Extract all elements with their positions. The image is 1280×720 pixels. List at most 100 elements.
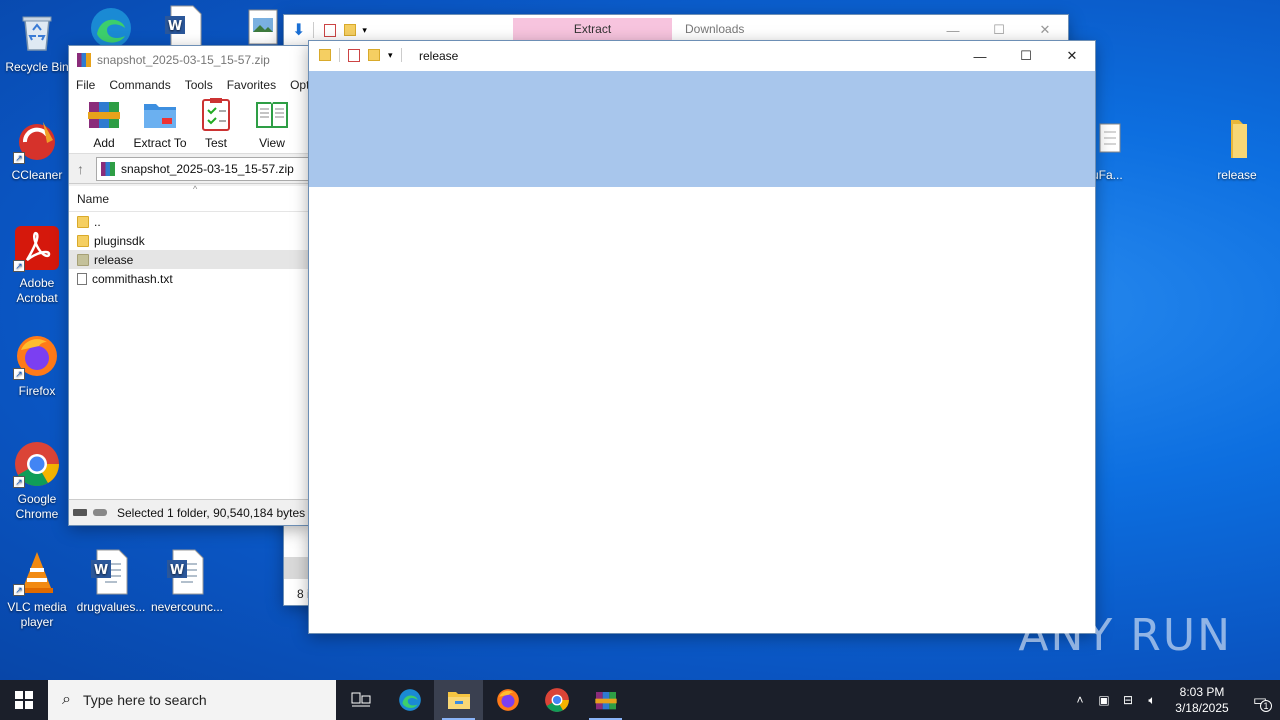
winrar-icon	[594, 692, 617, 710]
taskbar-firefox[interactable]	[483, 680, 532, 720]
menu-commands[interactable]: Commands	[109, 78, 170, 92]
up-arrow-icon[interactable]: ↑	[77, 161, 84, 177]
winrar-icon	[77, 53, 91, 67]
taskbar-search-box[interactable]: ⌕ Type here to search	[48, 680, 336, 720]
new-folder-icon[interactable]	[344, 24, 357, 36]
desktop-icon-adobe-acrobat[interactable]: ↗ Adobe Acrobat	[0, 224, 74, 306]
svg-text:W: W	[168, 19, 182, 34]
chevron-down-icon[interactable]: ▾	[388, 50, 393, 61]
test-button[interactable]: Test	[191, 96, 241, 150]
start-button[interactable]	[0, 680, 48, 720]
meet-now-icon[interactable]: ▣	[1092, 680, 1116, 720]
desktop-icon-nevercounc[interactable]: W nevercounc...	[150, 548, 224, 615]
list-item-selected[interactable]: release	[69, 250, 310, 269]
desktop-icon-label: release	[1217, 168, 1257, 182]
list-item[interactable]: pluginsdk	[69, 231, 310, 250]
edge-icon	[87, 4, 135, 52]
window-title: release	[419, 49, 459, 63]
chevron-up-icon[interactable]: ˄	[1068, 680, 1092, 720]
chevron-down-icon[interactable]: ▾	[362, 25, 367, 36]
release-window[interactable]: ▾ release — ☐ ✕	[309, 41, 1095, 633]
desktop-icon-ccleaner[interactable]: ↗ CCleaner	[0, 116, 74, 183]
maximize-button[interactable]: ☐	[1003, 41, 1049, 71]
winrar-title: snapshot_2025-03-15_15-57.zip	[97, 53, 270, 67]
network-icon[interactable]: ⊟	[1116, 680, 1140, 720]
task-view-button[interactable]	[336, 680, 385, 720]
winrar-window[interactable]: snapshot_2025-03-15_15-57.zip File Comma…	[69, 46, 312, 525]
shortcut-arrow-icon: ↗	[13, 368, 25, 380]
extract-to-button[interactable]: Extract To	[133, 96, 187, 150]
volume-icon[interactable]: 🔈︎	[1140, 680, 1164, 720]
ribbon-area-loading	[309, 71, 1095, 187]
shortcut-arrow-icon: ↗	[13, 260, 25, 272]
column-header-name[interactable]: Name ^	[69, 184, 310, 212]
notification-center-button[interactable]: ▭ 1	[1240, 680, 1280, 720]
winrar-address-bar: ↑ snapshot_2025-03-15_15-57.zip	[69, 154, 310, 184]
window-controls: — ☐ ✕	[957, 41, 1095, 71]
desktop-icon-google-chrome[interactable]: ↗ Google Chrome	[0, 440, 74, 522]
desktop-icon-release[interactable]: release	[1200, 116, 1274, 183]
menu-tools[interactable]: Tools	[185, 78, 213, 92]
tab-extract[interactable]: Extract	[513, 18, 672, 40]
desktop-icon-firefox[interactable]: ↗ Firefox	[0, 332, 74, 399]
desktop-icon-label: Google Chrome	[15, 492, 59, 521]
new-folder-icon[interactable]	[368, 49, 380, 61]
desktop-icon-recycle-bin[interactable]: Recycle Bin	[0, 8, 74, 75]
list-item-name: release	[94, 252, 134, 267]
taskbar-chrome[interactable]	[532, 680, 581, 720]
close-button[interactable]: ✕	[1049, 41, 1095, 71]
desktop-icon-vlc[interactable]: ↗ VLC media player	[0, 548, 74, 630]
folder-icon	[77, 215, 89, 228]
view-icon	[254, 96, 290, 132]
list-item-name: ..	[94, 214, 101, 229]
view-label: View	[259, 136, 285, 150]
menu-file[interactable]: File	[76, 78, 95, 92]
clock-time: 8:03 PM	[1179, 685, 1225, 699]
add-label: Add	[93, 136, 115, 150]
desktop-icon-label: drugvalues...	[76, 600, 146, 614]
system-tray: ˄ ▣ ⊟ 🔈︎ 8:03 PM 3/18/2025 ▭ 1	[1068, 680, 1280, 720]
add-button[interactable]: Add	[79, 96, 129, 150]
taskbar: ⌕ Type here to search ˄ ▣ ⊟ 🔈︎ 8:03 PM 3…	[0, 680, 1280, 720]
list-item-name: commithash.txt	[92, 271, 173, 286]
winrar-statusbar: Selected 1 folder, 90,540,184 bytes	[69, 499, 310, 525]
svg-text:W: W	[94, 563, 108, 578]
winrar-titlebar[interactable]: snapshot_2025-03-15_15-57.zip	[69, 46, 310, 74]
folder-icon	[319, 49, 331, 61]
menu-favorites[interactable]: Favorites	[227, 78, 276, 92]
word-document-icon: W	[161, 4, 209, 52]
view-button[interactable]: View	[247, 96, 297, 150]
taskbar-winrar[interactable]	[581, 680, 630, 720]
document-icon	[1092, 116, 1122, 164]
clock-date: 3/18/2025	[1175, 701, 1229, 715]
column-name-label: Name	[77, 191, 110, 206]
release-titlebar[interactable]: ▾ release — ☐ ✕	[309, 41, 1095, 71]
chrome-icon	[544, 688, 569, 712]
archive-path-field[interactable]: snapshot_2025-03-15_15-57.zip	[96, 156, 310, 181]
download-arrow-icon[interactable]: ⬇	[292, 20, 305, 40]
file-list[interactable]: Name ^ .. pluginsdk release commithash.t…	[69, 184, 310, 499]
extract-to-label: Extract To	[133, 136, 187, 150]
properties-icon[interactable]	[348, 48, 360, 62]
list-item[interactable]: ..	[69, 212, 310, 231]
separator	[400, 48, 402, 62]
word-document-icon: W	[87, 548, 135, 596]
file-explorer-icon	[447, 692, 470, 709]
edge-icon	[398, 689, 421, 711]
taskbar-file-explorer[interactable]	[434, 680, 483, 720]
minimize-button[interactable]: —	[957, 41, 1003, 71]
folder-icon	[77, 253, 89, 266]
desktop-icon-label: VLC media player	[7, 600, 67, 629]
taskbar-clock[interactable]: 8:03 PM 3/18/2025	[1164, 684, 1240, 716]
add-archive-icon	[86, 96, 122, 132]
chrome-icon: ↗	[13, 440, 61, 488]
list-item[interactable]: commithash.txt	[69, 269, 310, 288]
properties-icon[interactable]	[324, 23, 337, 37]
adobe-acrobat-icon: ↗	[13, 224, 61, 272]
search-placeholder: Type here to search	[82, 692, 207, 708]
desktop-icon-label: Recycle Bin	[5, 60, 69, 74]
sort-arrow-icon: ^	[193, 184, 198, 194]
taskbar-edge[interactable]	[385, 680, 434, 720]
extract-to-icon	[142, 96, 178, 132]
desktop-icon-drugvalues[interactable]: W drugvalues...	[74, 548, 148, 615]
